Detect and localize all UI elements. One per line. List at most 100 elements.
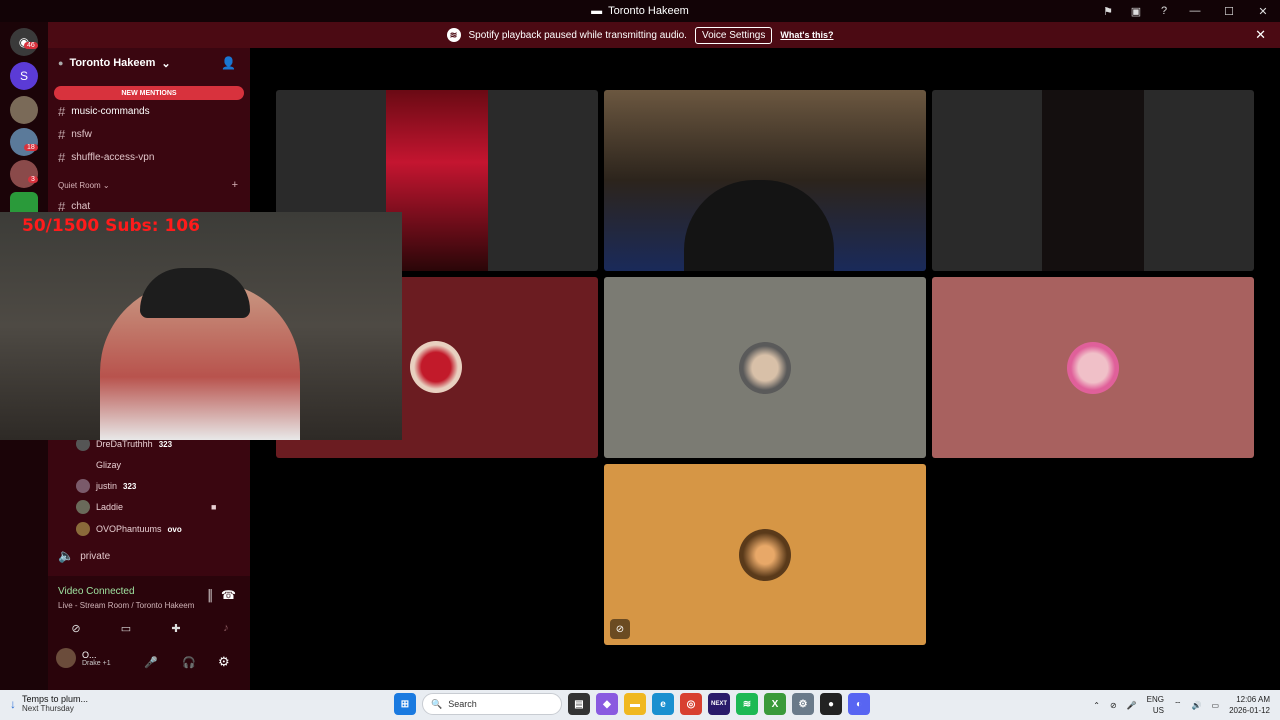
region-code: US [1152, 706, 1165, 715]
share-screen-button[interactable]: ▭ [104, 616, 148, 640]
battery-icon[interactable]: ▭ [1212, 701, 1220, 710]
window-title-wrap: ▬ Toronto Hakeem [591, 5, 689, 17]
search-placeholder: Search [448, 699, 477, 709]
voice-settings-button[interactable]: Voice Settings [694, 26, 773, 44]
user-panel[interactable]: O... Drake +1 [56, 648, 111, 668]
weather-icon: ↓ [10, 696, 16, 711]
maximize-button[interactable]: ☐ [1212, 0, 1246, 22]
streamer-hat [140, 268, 250, 318]
volume-icon[interactable]: 🔊 [1192, 701, 1202, 710]
file-explorer-icon[interactable]: ▬ [624, 693, 646, 715]
video-feed [1042, 90, 1144, 271]
server-icon-shuffle[interactable]: S [10, 62, 38, 90]
gear-icon[interactable]: ⚙ [218, 654, 230, 670]
participant-tile-3[interactable] [932, 277, 1254, 458]
chevron-up-icon[interactable]: ⌃ [1093, 701, 1100, 710]
minimize-button[interactable]: — [1178, 0, 1212, 22]
add-channel-icon[interactable]: + [232, 179, 238, 191]
spotify-icon[interactable]: ≋ [736, 693, 758, 715]
copilot-icon[interactable]: ◆ [596, 693, 618, 715]
activities-button[interactable]: ✚ [154, 616, 198, 640]
wifi-icon[interactable]: ⌔ [1174, 700, 1182, 710]
server-icon-2[interactable] [10, 96, 38, 124]
next-app-icon[interactable]: NEXT [708, 693, 730, 715]
server-name: Toronto Hakeem [69, 57, 156, 69]
member-name: justin [96, 481, 118, 491]
weather-text: Temps to plum... Next Thursday [22, 694, 88, 713]
weather-sub: Next Thursday [22, 704, 74, 713]
clock-time: 12:06 AM [1236, 695, 1270, 704]
participant-tile-2[interactable] [604, 277, 926, 458]
close-window-button[interactable]: ✕ [1246, 0, 1280, 22]
participant-avatar [1067, 341, 1119, 394]
chrome-icon[interactable]: ◎ [680, 693, 702, 715]
connection-location[interactable]: Live - Stream Room / Toronto Hakeem [58, 601, 194, 610]
category-quiet-room[interactable]: Quiet Room ⌄ [58, 181, 110, 190]
microphone-icon[interactable]: 🎤 [1127, 701, 1137, 710]
windows-start-icon[interactable]: ⊞ [394, 693, 416, 715]
banner-message: Spotify playback paused while transmitti… [468, 29, 687, 41]
whats-this-link[interactable]: What's this? [780, 30, 833, 40]
task-view-icon[interactable]: ▤ [568, 693, 590, 715]
member-badge: ovo [167, 524, 182, 534]
camera-off-icon: ⊘ [610, 619, 630, 639]
disconnect-icon[interactable]: ☎ [221, 588, 236, 602]
clock[interactable]: 12:06 AM 2026-01-12 [1229, 694, 1270, 716]
voice-channel-private[interactable]: 🔈 private [58, 548, 110, 564]
avatar [76, 479, 90, 493]
voice-member[interactable]: Glizay [76, 458, 121, 472]
channel-music-commands[interactable]: # music-commands [58, 104, 150, 119]
channel-label: shuffle-access-vpn [71, 152, 155, 163]
discord-icon[interactable]: ◐ [848, 693, 870, 715]
close-banner-icon[interactable]: ✕ [1255, 27, 1266, 43]
connection-status-text: Video Connected [58, 586, 135, 597]
video-tile-stream-2[interactable] [604, 90, 926, 271]
new-mentions-pill[interactable]: NEW MENTIONS [54, 86, 244, 100]
channel-label: music-commands [71, 106, 150, 117]
server-icon-3[interactable] [10, 128, 38, 156]
os-taskbar: ↓ Temps to plum... Next Thursday ⊞ 🔍 Sea… [0, 690, 1280, 720]
flag-icon[interactable]: ⚑ [1094, 0, 1122, 22]
voice-member[interactable]: justin 323 [76, 479, 136, 493]
member-name: OVOPhantuums [96, 524, 162, 534]
taskbar-search[interactable]: 🔍 Search [422, 693, 562, 715]
title-bar-controls: ⚑ ▣ ? — ☐ ✕ [1094, 0, 1280, 22]
server-status-icon: ● [58, 58, 64, 68]
settings-icon[interactable]: ⚙ [792, 693, 814, 715]
xbox-icon[interactable]: X [764, 693, 786, 715]
participant-tile-4[interactable]: ⊘ [604, 464, 926, 645]
spotify-icon: ≋ [446, 28, 461, 42]
avatar [76, 522, 90, 536]
channel-label: nsfw [71, 129, 92, 140]
hash-icon: # [58, 127, 66, 142]
participant-avatar [739, 528, 791, 581]
inbox-icon[interactable]: ▣ [1122, 0, 1150, 22]
help-icon[interactable]: ? [1150, 0, 1178, 22]
sound-bars-icon[interactable]: ║ [206, 590, 214, 602]
voice-member[interactable]: OVOPhantuums ovo [76, 522, 182, 536]
deafen-icon[interactable]: 🎧 [182, 656, 196, 669]
obs-icon[interactable]: ● [820, 693, 842, 715]
participant-avatar [410, 341, 462, 393]
clock-date: 2026-01-12 [1229, 706, 1270, 715]
voice-member[interactable]: Laddie ■ [76, 500, 216, 514]
server-header[interactable]: ● Toronto Hakeem ⌄ 👤 [48, 48, 250, 78]
edge-icon[interactable]: e [652, 693, 674, 715]
language-code: ENG [1146, 695, 1165, 704]
search-icon: 🔍 [431, 698, 443, 709]
window-title: Toronto Hakeem [608, 5, 689, 17]
stream-goal-overlay: 50/1500 Subs: 106 [22, 216, 200, 236]
camera-off-button[interactable]: ⊘ [54, 616, 98, 640]
soundboard-button[interactable]: ♪ [204, 616, 248, 640]
video-tile-stream-3[interactable] [932, 90, 1254, 271]
channel-shuffle-access-vpn[interactable]: # shuffle-access-vpn [58, 150, 154, 165]
network-off-icon[interactable]: ⊘ [1110, 701, 1117, 710]
member-name: Glizay [96, 460, 122, 470]
channel-nsfw[interactable]: # nsfw [58, 127, 92, 142]
language-indicator[interactable]: ENG US [1147, 694, 1164, 716]
server-icon-4[interactable] [10, 160, 38, 188]
mute-mic-icon[interactable]: 🎤 [144, 656, 158, 669]
system-tray: ⌃ ⊘ 🎤 ENG US ⌔ 🔊 ▭ 12:06 AM 2026-01-12 [1093, 694, 1270, 716]
weather-widget[interactable]: ↓ Temps to plum... Next Thursday [10, 694, 88, 713]
invite-user-icon[interactable]: 👤 [221, 56, 236, 70]
